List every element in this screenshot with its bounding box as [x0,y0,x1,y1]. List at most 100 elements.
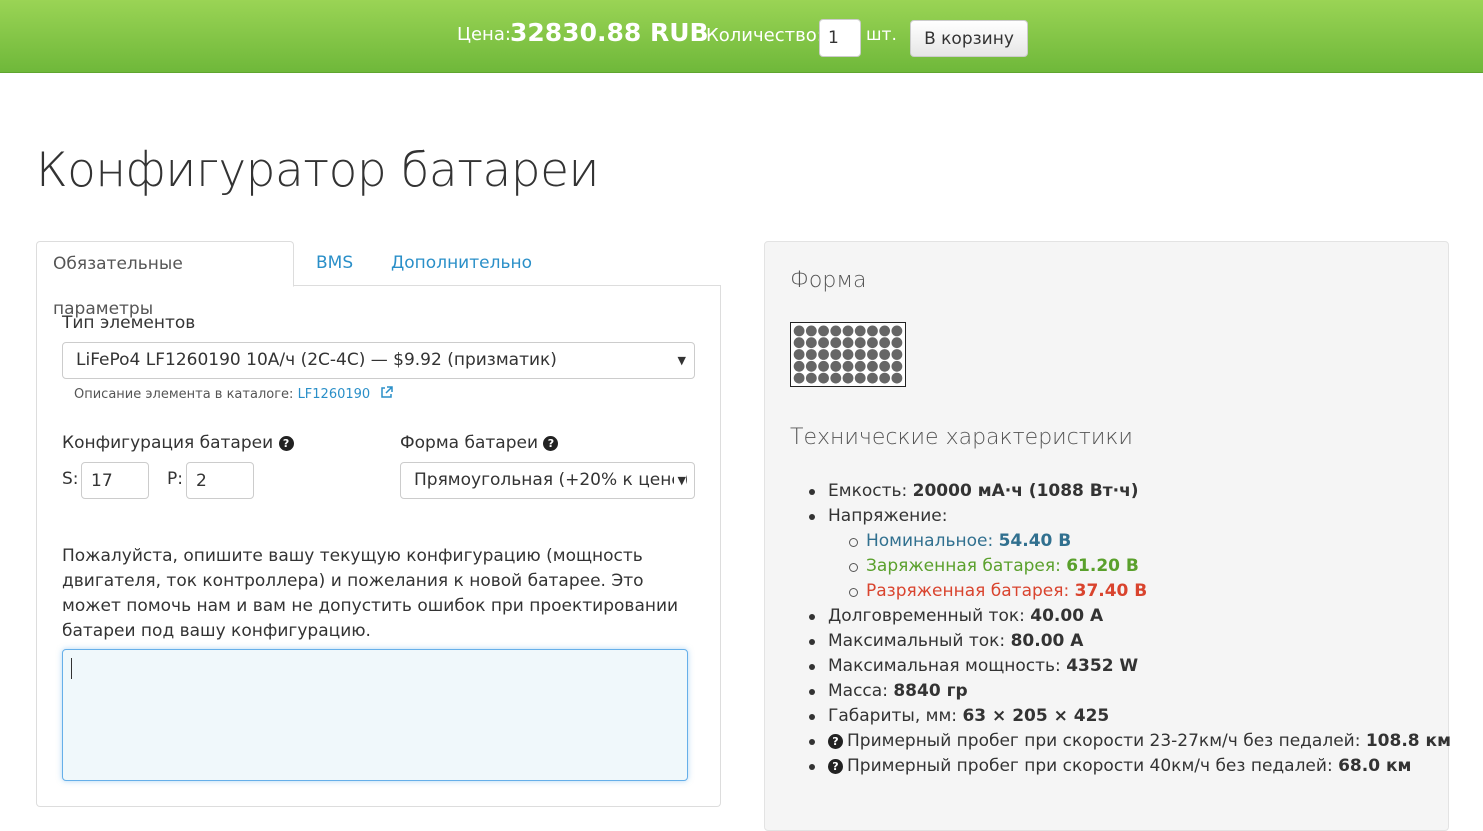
question-icon[interactable]: ? [543,436,559,451]
tab-required-params[interactable]: Обязательные параметры [36,241,294,319]
spec-mass: Масса: 8840 гр [809,679,1451,704]
p-label: P: [167,469,183,489]
spec-label: Заряженная батарея: [866,556,1061,576]
add-to-cart-button[interactable]: В корзину [910,20,1028,57]
cell-circle [830,360,842,372]
catalog-text: Описание элемента в каталоге: [74,387,294,402]
cell-circle [793,372,805,384]
spec-value: 63 × 205 × 425 [962,706,1110,726]
cell-circle [830,349,842,360]
parallel-input[interactable] [186,462,254,499]
spec-max-current: Максимальный ток: 80.00 А [809,629,1451,654]
cell-circle [867,360,878,372]
cell-circle [854,360,866,372]
spec-label: Габариты, мм: [828,706,958,726]
spec-label: Напряжение: [828,506,948,526]
spec-value: 61.20 В [1066,556,1139,576]
spec-label: Масса: [828,681,888,701]
specs-heading: Технические характеристики [790,425,1133,450]
cell-circle [805,349,817,360]
spec-value: 68.0 км [1338,756,1412,776]
spec-range-low-speed: ? Примерный пробег при скорости 23-27км/ч… [809,729,1451,754]
s-label: S: [62,469,79,489]
spec-value: 20000 мА·ч (1088 Вт·ч) [912,481,1139,501]
cell-circle [842,360,854,372]
cell-circle [805,372,817,384]
specs-list: Емкость: 20000 мА·ч (1088 Вт·ч) Напряжен… [809,479,1451,779]
cell-circle [818,349,829,360]
tab-bar: Обязательные параметры BMS Дополнительно [36,241,721,319]
cell-circle [854,337,866,349]
chevron-down-icon: ▼ [673,343,686,378]
quantity-label: Количество: [706,25,823,46]
cell-circle [818,325,829,337]
spec-label: Примерный пробег при скорости 40км/ч без… [847,756,1333,776]
spec-label: Максимальная мощность: [828,656,1061,676]
spec-label: Номинальное: [866,531,994,551]
cell-circle [818,337,829,349]
question-icon[interactable]: ? [828,759,843,774]
cell-circle [842,337,854,349]
spec-label: Емкость: [828,481,908,501]
config-label: Конфигурация батареи ? [62,433,294,453]
tab-bms[interactable]: BMS [300,241,369,286]
cell-circle [867,372,878,384]
external-link-icon[interactable] [380,386,394,403]
cell-circle [793,349,805,360]
cell-circle [891,360,903,372]
cell-circle [842,372,854,384]
comment-textarea[interactable] [62,649,688,781]
cell-circle [818,372,829,384]
top-price-bar: Цена: 32830.88 RUB Количество: шт. В кор… [0,0,1483,73]
cell-circle [879,349,891,360]
cell-circle [891,337,903,349]
cell-circle [867,349,878,360]
spec-label: Долговременный ток: [828,606,1025,626]
spec-value: 80.00 А [1010,631,1084,651]
tab-additional[interactable]: Дополнительно [375,241,548,286]
spec-value: 37.40 В [1074,581,1148,601]
cell-type-value: LiFePo4 LF1260190 10А/ч (2С-4С) — $9.92 … [76,350,557,370]
cell-circle [854,349,866,360]
cell-type-select[interactable]: LiFePo4 LF1260190 10А/ч (2С-4С) — $9.92 … [62,342,695,379]
spec-charged-voltage: Заряженная батарея: 61.20 В [828,554,1451,579]
cell-circle [793,337,805,349]
spec-value: 40.00 А [1030,606,1104,626]
cell-circle [879,360,891,372]
cell-circle [793,325,805,337]
shape-value: Прямоугольная (+20% к цене) [414,470,689,490]
spec-value: 4352 W [1066,656,1139,676]
spec-max-power: Максимальная мощность: 4352 W [809,654,1451,679]
spec-value: 8840 гр [893,681,968,701]
page-title: Конфигуратор батареи [36,143,600,198]
cell-circle [854,372,866,384]
spec-capacity: Емкость: 20000 мА·ч (1088 Вт·ч) [809,479,1451,504]
spec-dimensions: Габариты, мм: 63 × 205 × 425 [809,704,1451,729]
spec-discharged-voltage: Разряженная батарея: 37.40 В [828,579,1451,604]
price-label: Цена: [457,24,511,45]
spec-label: Максимальный ток: [828,631,1006,651]
spec-continuous-current: Долговременный ток: 40.00 А [809,604,1451,629]
config-label-text: Конфигурация батареи [62,433,274,453]
question-icon[interactable]: ? [278,436,294,451]
pcs-label: шт. [866,25,897,45]
description-text: Пожалуйста, опишите вашу текущую конфигу… [62,546,679,641]
cell-circle [793,360,805,372]
cell-circle [867,325,878,337]
cell-circle [830,337,842,349]
catalog-link[interactable]: LF1260190 [298,387,371,402]
cell-circle [879,337,891,349]
shape-label-text: Форма батареи [400,433,538,453]
shape-label: Форма батареи ? [400,433,559,453]
spec-value: 54.40 В [998,531,1072,551]
cell-circle [891,349,903,360]
question-icon[interactable]: ? [828,734,843,749]
cell-circle [842,349,854,360]
shape-select[interactable]: Прямоугольная (+20% к цене) ▼ [400,462,695,499]
quantity-input[interactable] [819,19,861,57]
cell-type-label: Тип элементов [62,313,196,333]
chevron-down-icon: ▼ [673,463,686,498]
series-input[interactable] [81,462,149,499]
cell-circle [842,325,854,337]
spec-label: Разряженная батарея: [866,581,1070,601]
